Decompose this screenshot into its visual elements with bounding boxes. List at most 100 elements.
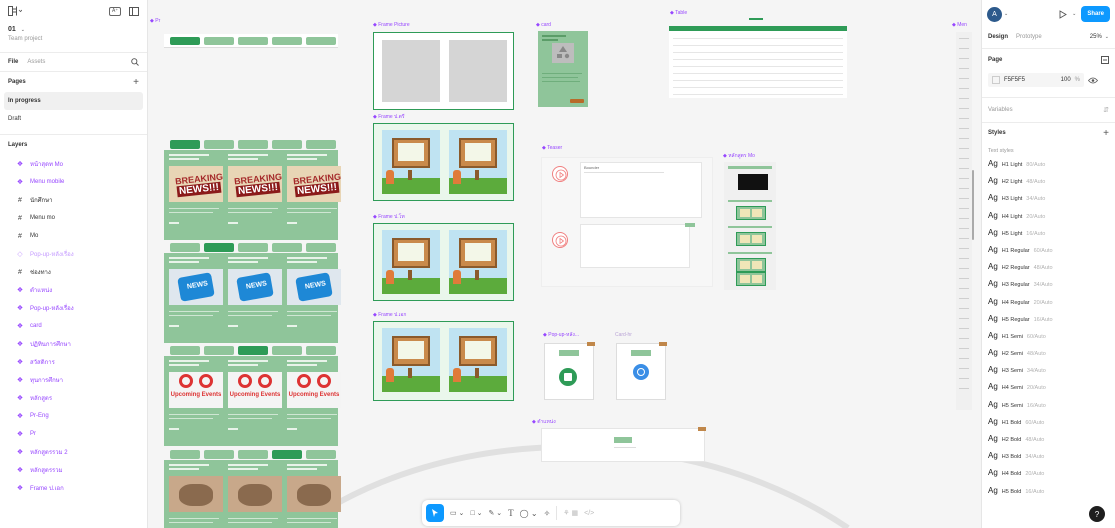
text-style-item[interactable]: Ag H4 Light 20/Auto [982, 211, 1115, 228]
chevron-down-icon[interactable]: ⌄ [1072, 11, 1076, 17]
label-popup[interactable]: ◆ Pop-up-หลัง... [543, 331, 579, 339]
shape-tool-icon[interactable]: □ ⌄ [470, 509, 482, 517]
present-icon[interactable] [1059, 9, 1068, 19]
tab-design[interactable]: Design [988, 34, 1008, 40]
layer-item[interactable]: ❖ ปฏิทินการศึกษา [0, 335, 147, 353]
tamnaeng-frame[interactable] [541, 427, 706, 462]
pr-section-frame[interactable] [164, 460, 341, 528]
page-color-field[interactable]: F5F5F5 100 % [988, 73, 1084, 87]
add-page-icon[interactable]: + [133, 77, 139, 88]
label-card[interactable]: ◆ card [536, 22, 551, 28]
layer-item[interactable]: ❖ หน้าสุดท Mo [0, 155, 147, 173]
text-style-item[interactable]: Ag H2 Light 48/Auto [982, 176, 1115, 193]
label-frame-picture[interactable]: ◆ Frame Picture [373, 22, 410, 28]
page-color-swatch[interactable] [992, 76, 1000, 84]
chevron-down-icon[interactable]: ⌄ [1105, 34, 1109, 40]
text-style-item[interactable]: Ag H1 Regular 60/Auto [982, 245, 1115, 262]
pr-section-frame[interactable]: NEWS NEWS NEWS [164, 253, 341, 343]
label-lakasut-mo[interactable]: ◆ หลักสูตร Mo [723, 152, 755, 160]
pr-section-frame[interactable]: BREAKING NEWS!!! BREAKING NEWS!!! BREAKING NE… [164, 150, 341, 240]
help-button[interactable]: ? [1089, 506, 1105, 522]
lakasut-mo-frame[interactable] [724, 162, 776, 290]
layer-item[interactable]: ❖ card [0, 317, 147, 335]
layer-item[interactable]: ❖ Pr [0, 425, 147, 443]
canvas-scrollbar[interactable] [972, 170, 974, 240]
text-style-item[interactable]: Ag H3 Light 34/Auto [982, 193, 1115, 210]
teaser-frame[interactable]: Bounder [541, 157, 713, 287]
layer-item[interactable]: ❖ หลักสูตรรวม 2 [0, 443, 147, 461]
sidebar-toggle-icon[interactable] [129, 6, 139, 16]
page-opacity[interactable]: 100 [1061, 77, 1071, 83]
text-style-item[interactable]: Ag H1 Light 80/Auto [982, 159, 1115, 176]
label-men[interactable]: ◆ Men [952, 22, 967, 28]
layer-item[interactable]: ❖ Frame ป.เอก [0, 479, 147, 497]
code-icon[interactable]: </> [584, 510, 594, 517]
text-style-item[interactable]: Ag H3 Regular 34/Auto [982, 279, 1115, 296]
pr-section-frame[interactable]: Upcoming Events Upcoming Events Upcoming E… [164, 356, 341, 446]
project-name[interactable]: 01 [8, 26, 16, 33]
export-icon[interactable] [1101, 56, 1109, 64]
layer-item[interactable]: # Mo [0, 227, 147, 245]
tab-assets[interactable]: Assets [27, 59, 45, 65]
page-color-value[interactable]: F5F5F5 [1004, 77, 1025, 83]
text-style-item[interactable]: Ag H5 Regular 16/Auto [982, 314, 1115, 331]
layer-item[interactable]: # นักศึกษา [0, 191, 147, 209]
frame-pe[interactable] [373, 321, 514, 401]
layer-item[interactable]: ❖ หลักสูตรรวม [0, 461, 147, 479]
label-pr[interactable]: ◆ Pr [150, 18, 160, 24]
label-popup2[interactable]: Card-hr [615, 332, 632, 338]
figma-menu-icon[interactable] [8, 6, 22, 16]
popup-frame[interactable] [544, 342, 595, 400]
card-component[interactable] [538, 31, 588, 107]
frame-tool-icon[interactable]: ▭ ⌄ [450, 509, 464, 517]
layer-item[interactable]: ❖ หลักสูตร [0, 389, 147, 407]
layer-item[interactable]: ❖ ตำแหน่ง [0, 281, 147, 299]
text-style-item[interactable]: Ag H2 Regular 48/Auto [982, 262, 1115, 279]
play-icon[interactable] [552, 232, 568, 248]
menu-strip-frame[interactable] [956, 32, 972, 410]
search-icon[interactable] [131, 58, 139, 66]
text-style-item[interactable]: Ag H1 Bold 60/Auto [982, 417, 1115, 434]
text-style-item[interactable]: Ag H4 Bold 20/Auto [982, 468, 1115, 485]
layer-item[interactable]: ❖ ทุนการศึกษา [0, 371, 147, 389]
label-tamnaeng[interactable]: ◆ ตำแหน่ง [532, 418, 556, 426]
dev-mode-icon[interactable]: ⚘ ▦ [563, 509, 578, 517]
tab-prototype[interactable]: Prototype [1016, 34, 1042, 40]
actions-tool-icon[interactable]: ✧ [544, 509, 551, 518]
text-style-item[interactable]: Ag H3 Bold 34/Auto [982, 451, 1115, 468]
text-style-item[interactable]: Ag H5 Light 16/Auto [982, 228, 1115, 245]
table-frame[interactable] [669, 18, 847, 98]
label-teaser[interactable]: ◆ Teaser [542, 145, 562, 151]
layer-item[interactable]: # ช่องทาง [0, 263, 147, 281]
label-frame-pe[interactable]: ◆ Frame ป.เอก [373, 311, 406, 319]
layer-item[interactable]: ◇ Pop-up-หลังเรื่อง [0, 245, 147, 263]
text-style-item[interactable]: Ag H3 Semi 34/Auto [982, 365, 1115, 382]
layer-item[interactable]: # Menu mo [0, 209, 147, 227]
text-style-item[interactable]: Ag H4 Semi 20/Auto [982, 382, 1115, 399]
comment-tool-icon[interactable]: ◯ ⌄ [520, 509, 538, 518]
add-style-icon[interactable]: + [1103, 128, 1109, 139]
text-style-item[interactable]: Ag H1 Semi 60/Auto [982, 331, 1115, 348]
zoom-level[interactable]: 25% [1090, 34, 1102, 40]
frame-pt[interactable] [373, 123, 514, 201]
avatar[interactable]: A [987, 6, 1002, 22]
chevron-down-icon[interactable]: ⌄ [21, 27, 25, 33]
play-icon[interactable] [552, 166, 568, 182]
pen-tool-icon[interactable]: ✎ ⌄ [488, 509, 502, 517]
frame-picture[interactable] [373, 32, 514, 110]
variables-icon[interactable]: ⇵ [1103, 106, 1109, 114]
popup2-frame[interactable] [616, 342, 667, 400]
layer-item[interactable]: ❖ Pr-Eng [0, 407, 147, 425]
layer-item[interactable]: ❖ Pop-up-หลังเรื่อง [0, 299, 147, 317]
move-tool-icon[interactable] [426, 504, 444, 522]
frame-po[interactable] [373, 223, 514, 301]
text-style-item[interactable]: Ag H5 Bold 16/Auto [982, 486, 1115, 503]
page-item-draft[interactable]: Draft [4, 110, 143, 128]
ai-icon[interactable]: A⁺ [109, 6, 121, 16]
share-button[interactable]: Share [1081, 6, 1110, 22]
variables-label[interactable]: Variables [988, 107, 1013, 113]
label-frame-po[interactable]: ◆ Frame ป.โท [373, 213, 405, 221]
tab-file[interactable]: File [8, 59, 18, 65]
layer-item[interactable]: ❖ สวัสดิการ [0, 353, 147, 371]
team-name[interactable]: Team project [8, 36, 139, 42]
